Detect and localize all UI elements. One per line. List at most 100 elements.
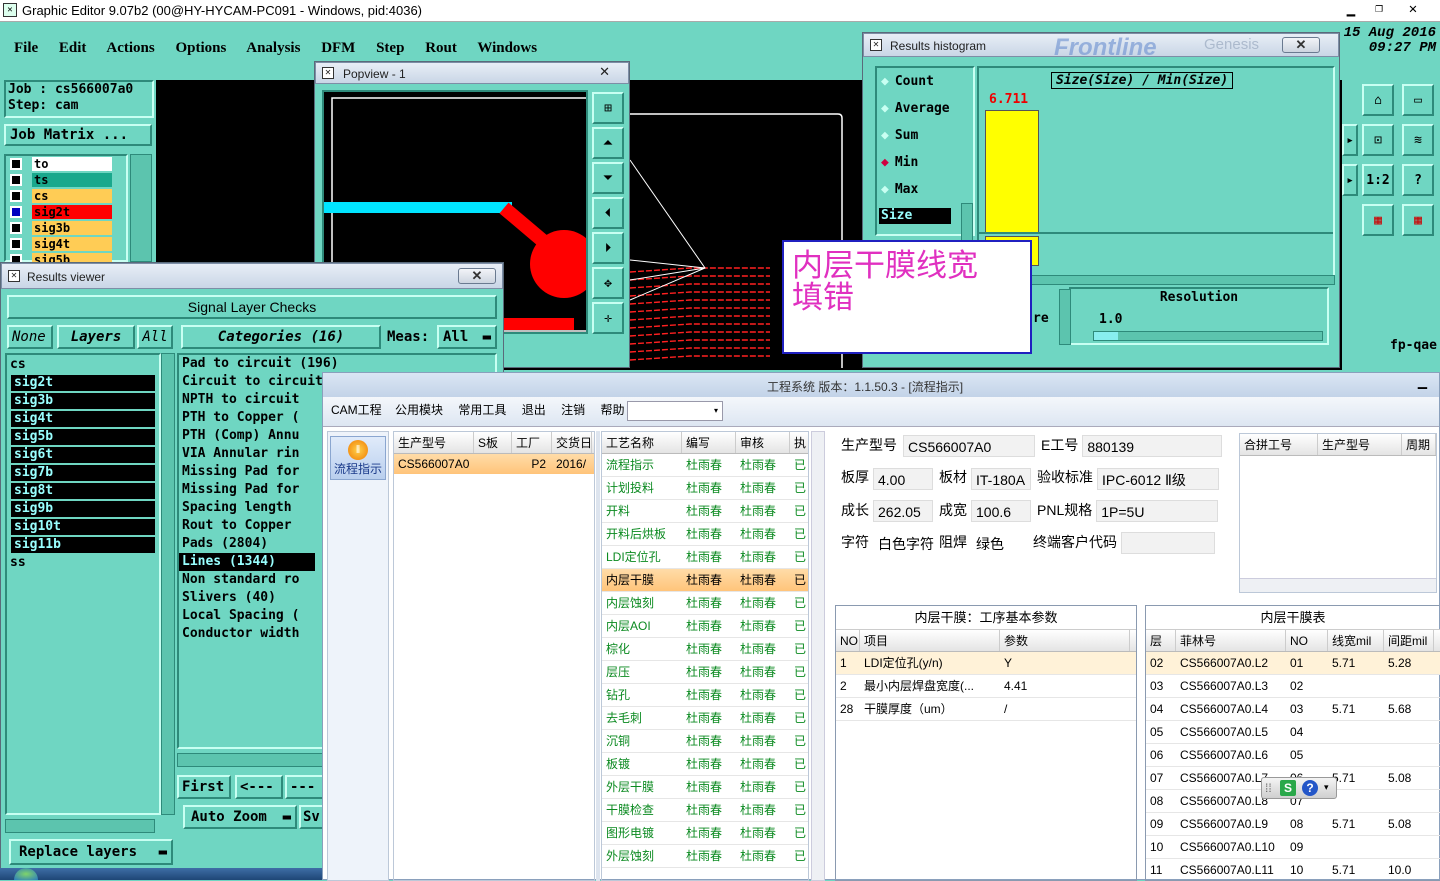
result-layer-item[interactable]: sig3b (11, 393, 155, 409)
column-header[interactable]: 参数 (1000, 630, 1130, 651)
close-button[interactable]: ✕ (1400, 1, 1426, 19)
material-field[interactable]: IT-180A (971, 467, 1031, 490)
film-row[interactable]: 04 CS566007A0.L4 03 5.71 5.68 (1146, 698, 1440, 721)
question-icon[interactable]: ? (1302, 780, 1318, 796)
film-row[interactable]: 05 CS566007A0.L5 04 (1146, 721, 1440, 744)
layer-row[interactable]: sig2t (6, 204, 126, 220)
histogram-option-min[interactable]: ◆ Min (877, 149, 973, 176)
eng-combo[interactable]: ▾ (627, 401, 723, 421)
category-item[interactable]: Pad to circuit (196) (179, 355, 495, 373)
process-row[interactable]: 外层蚀刻 杜雨春 杜雨春 已 (602, 845, 808, 868)
arrow-icon[interactable]: ▸ (1342, 124, 1358, 156)
layer-checkbox[interactable] (10, 190, 22, 202)
layers-button[interactable]: Layers (57, 325, 135, 349)
eng-menu-tools[interactable]: 常用工具 (458, 403, 506, 417)
popview-up-icon[interactable]: ⏶ (592, 127, 624, 159)
process-row[interactable]: 内层AOI 杜雨春 杜雨春 已 (602, 615, 808, 638)
all-button[interactable]: All (137, 325, 173, 349)
zoom-icon[interactable]: ⊡ (1362, 124, 1394, 156)
column-header[interactable]: 生产型号 (394, 432, 474, 453)
resolution-slider[interactable] (1093, 331, 1323, 341)
histogram-options-scrollbar[interactable] (961, 203, 973, 241)
restore-button[interactable]: ❐ (1366, 1, 1392, 19)
customer-field[interactable] (1121, 532, 1215, 555)
column-header[interactable]: 工厂 (512, 432, 552, 453)
histogram-option-count[interactable]: ◆ Count (877, 68, 973, 95)
process-row[interactable]: 计划投料 杜雨春 杜雨春 已 (602, 477, 808, 500)
results-layer-hscroll[interactable] (5, 819, 155, 833)
eng-menu-cam[interactable]: CAM工程 (331, 403, 382, 417)
layer-checkbox[interactable] (10, 206, 22, 218)
histogram-field[interactable]: Size (879, 208, 951, 224)
process-row[interactable]: 开料 杜雨春 杜雨春 已 (602, 500, 808, 523)
merge-table-hscroll[interactable] (1240, 578, 1436, 592)
layer-row[interactable]: sig3b (6, 220, 126, 236)
tray-widget[interactable]: ⁞⁞ S ? ▾ (1261, 777, 1337, 799)
layer-list-scrollbar[interactable] (130, 154, 152, 262)
menu-analysis[interactable]: Analysis (246, 40, 300, 56)
popview-down-icon[interactable]: ⏷ (592, 162, 624, 194)
process-row[interactable]: 板镀 杜雨春 杜雨春 已 (602, 753, 808, 776)
eng-menu-help[interactable]: 帮助 (600, 403, 624, 417)
resolution-spin[interactable] (1059, 289, 1071, 345)
menu-dfm[interactable]: DFM (321, 40, 355, 56)
column-header[interactable]: 菲林号 (1176, 630, 1286, 651)
menu-windows[interactable]: Windows (477, 40, 537, 56)
layer-b-icon[interactable]: ▦ (1402, 204, 1434, 236)
mask-field[interactable]: 绿色 (971, 532, 1027, 555)
eng-minimize-button[interactable]: ▁ (1418, 375, 1427, 389)
film-row[interactable]: 11 CS566007A0.L11 10 5.71 10.0 (1146, 859, 1440, 880)
result-layer-item[interactable]: sig2t (11, 375, 155, 391)
process-row[interactable]: 去毛刺 杜雨春 杜雨春 已 (602, 707, 808, 730)
layer-checkbox[interactable] (10, 174, 22, 186)
layer-row[interactable]: cs (6, 188, 126, 204)
layer-checkbox[interactable] (10, 222, 22, 234)
length-field[interactable]: 262.05 (873, 499, 933, 522)
column-header[interactable]: 层 (1146, 630, 1176, 651)
results-layer-scrollbar[interactable] (161, 353, 175, 815)
param-row[interactable]: 2 最小内层焊盘宽度(... 4.41 (836, 675, 1136, 698)
popview-right-icon[interactable]: ⏵ (592, 232, 624, 264)
meas-select[interactable]: All ▬ (437, 325, 497, 349)
process-row[interactable]: 沉铜 杜雨春 杜雨春 已 (602, 730, 808, 753)
popview-zoom-home-icon[interactable]: ⊞ (592, 92, 624, 124)
process-row[interactable]: 层压 杜雨春 杜雨春 已 (602, 661, 808, 684)
model-field[interactable]: CS566007A0 (903, 435, 1035, 458)
job-table-row[interactable]: CS566007A0 P2 2016/ (394, 454, 594, 474)
auto-zoom-select[interactable]: Auto Zoom ▬ (183, 805, 297, 829)
menu-rout[interactable]: Rout (425, 40, 457, 56)
process-row[interactable]: LDI定位孔 杜雨春 杜雨春 已 (602, 546, 808, 569)
film-row[interactable]: 02 CS566007A0.L2 01 5.71 5.28 (1146, 652, 1440, 675)
result-layer-item[interactable]: sig4t (11, 411, 155, 427)
layer-row[interactable]: to (6, 156, 126, 172)
results-close-button[interactable]: ✕ (458, 268, 496, 284)
param-row[interactable]: 1 LDI定位孔(y/n) Y (836, 652, 1136, 675)
menu-actions[interactable]: Actions (106, 40, 154, 56)
home-icon[interactable]: ⌂ (1362, 84, 1394, 116)
none-button[interactable]: None (7, 325, 53, 349)
param-row[interactable]: 28 干膜厚度（um） / (836, 698, 1136, 721)
first-button[interactable]: First (177, 775, 231, 799)
column-header[interactable]: 生产型号 (1318, 434, 1402, 455)
layer-checkbox[interactable] (10, 158, 22, 170)
prev-button[interactable]: <--- (235, 775, 283, 799)
eng-menu-logout[interactable]: 注销 (561, 403, 585, 417)
next-button[interactable]: ---> (285, 775, 325, 799)
category-item[interactable]: Lines (1344) (179, 553, 315, 571)
column-header[interactable]: NO (1286, 630, 1328, 651)
flow-indicator-button[interactable]: ‖ 流程指示 (330, 436, 386, 480)
result-layer-item[interactable]: sig10t (11, 519, 155, 535)
column-header[interactable]: 工艺名称 (602, 432, 682, 453)
histogram-option-average[interactable]: ◆ Average (877, 95, 973, 122)
film-row[interactable]: 10 CS566007A0.L10 09 (1146, 836, 1440, 859)
window-icon[interactable]: ▭ (1402, 84, 1434, 116)
column-header[interactable]: 编写 (682, 432, 736, 453)
layer-row[interactable]: ts (6, 172, 126, 188)
help-icon[interactable]: ? (1402, 164, 1434, 196)
pnl-field[interactable]: 1P=5U (1096, 499, 1219, 522)
width-field[interactable]: 100.6 (971, 499, 1031, 522)
result-layer-item[interactable]: cs (7, 357, 159, 373)
film-row[interactable]: 06 CS566007A0.L6 05 (1146, 744, 1440, 767)
menu-file[interactable]: File (14, 40, 38, 56)
process-row[interactable]: 棕化 杜雨春 杜雨春 已 (602, 638, 808, 661)
